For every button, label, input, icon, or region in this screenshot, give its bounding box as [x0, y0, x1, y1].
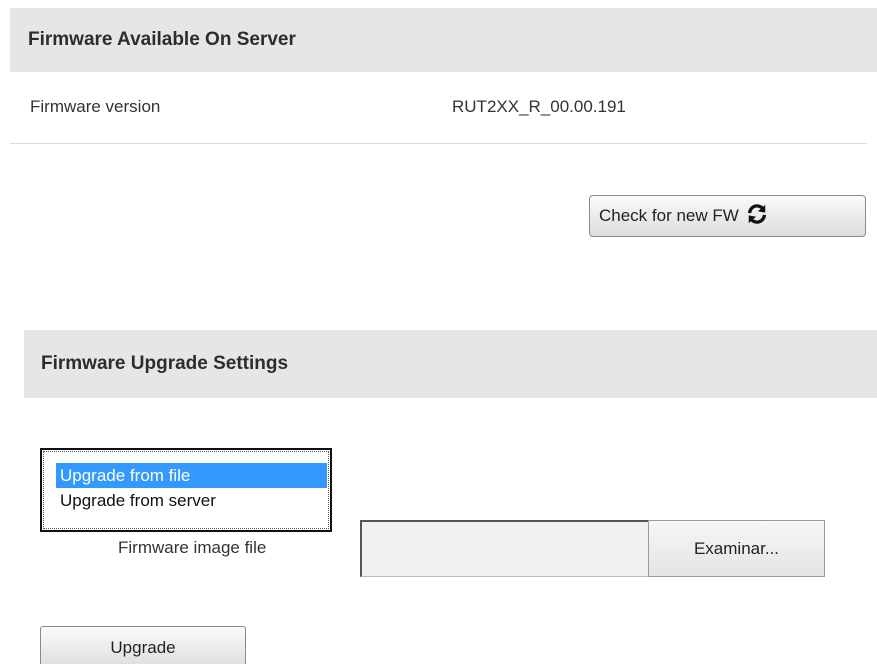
firmware-image-file-label: Firmware image file [118, 538, 267, 557]
option-upgrade-from-server[interactable]: Upgrade from server [56, 488, 327, 513]
check-new-fw-button[interactable]: Check for new FW [589, 195, 866, 237]
firmware-image-file-input[interactable] [360, 520, 650, 577]
check-new-fw-label: Check for new FW [599, 206, 739, 225]
row-divider [10, 143, 867, 144]
refresh-icon [746, 203, 768, 230]
upgrade-section-header: Firmware Upgrade Settings [24, 330, 877, 398]
firmware-version-value: RUT2XX_R_00.00.191 [452, 97, 626, 116]
browse-button[interactable]: Examinar... [648, 520, 825, 577]
firmware-page: Firmware Available On Server Firmware ve… [0, 0, 877, 664]
server-section-title: Firmware Available On Server [28, 29, 296, 50]
upgrade-button[interactable]: Upgrade [40, 626, 246, 664]
upgrade-source-listbox[interactable]: Upgrade from file Upgrade from server [40, 448, 332, 532]
option-upgrade-from-file[interactable]: Upgrade from file [56, 463, 327, 488]
firmware-version-label: Firmware version [30, 97, 161, 116]
upgrade-section-title: Firmware Upgrade Settings [41, 353, 289, 374]
server-section-header: Firmware Available On Server [10, 8, 877, 72]
